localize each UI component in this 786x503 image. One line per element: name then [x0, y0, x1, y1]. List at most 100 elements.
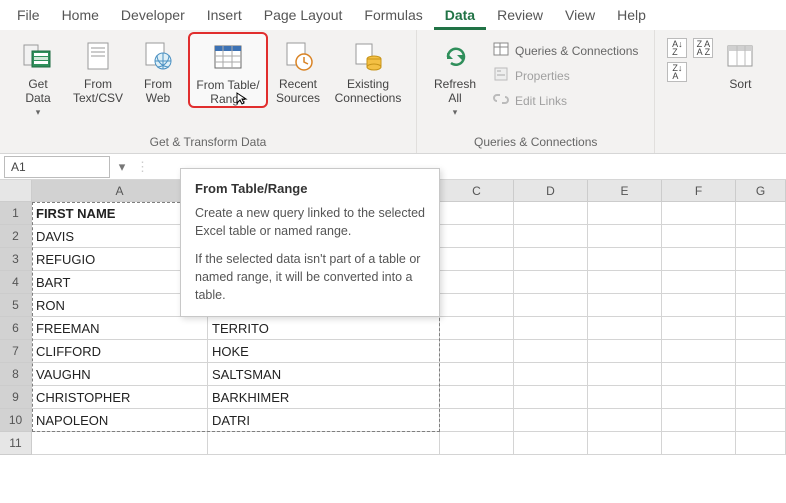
cell[interactable] — [514, 317, 588, 340]
cell[interactable] — [514, 248, 588, 271]
cell[interactable] — [588, 225, 662, 248]
col-header-c[interactable]: C — [440, 180, 514, 202]
cell[interactable] — [514, 432, 588, 455]
cell[interactable] — [662, 386, 736, 409]
tab-data[interactable]: Data — [434, 1, 486, 30]
sort-za-button[interactable]: Z AA Z — [693, 38, 713, 58]
name-box-dropdown[interactable]: ▾ — [114, 159, 130, 175]
cell[interactable] — [32, 432, 208, 455]
cell[interactable] — [514, 409, 588, 432]
cell[interactable] — [440, 225, 514, 248]
row-header[interactable]: 6 — [0, 317, 32, 340]
cell[interactable]: NAPOLEON — [32, 409, 208, 432]
cell[interactable] — [208, 432, 440, 455]
cell[interactable] — [588, 271, 662, 294]
cell[interactable] — [736, 363, 786, 386]
col-header-f[interactable]: F — [662, 180, 736, 202]
cell[interactable] — [736, 248, 786, 271]
from-web-button[interactable]: From Web — [128, 32, 188, 106]
cell[interactable] — [662, 317, 736, 340]
cell[interactable] — [588, 432, 662, 455]
cell[interactable] — [588, 317, 662, 340]
refresh-all-button[interactable]: Refresh All ▾ — [425, 32, 485, 120]
cell[interactable] — [662, 202, 736, 225]
cell[interactable] — [588, 202, 662, 225]
row-header[interactable]: 3 — [0, 248, 32, 271]
cell[interactable] — [736, 294, 786, 317]
row-header[interactable]: 1 — [0, 202, 32, 225]
tab-help[interactable]: Help — [606, 1, 657, 30]
cell[interactable] — [514, 202, 588, 225]
cell[interactable]: FREEMAN — [32, 317, 208, 340]
tab-insert[interactable]: Insert — [196, 1, 253, 30]
cell[interactable] — [440, 248, 514, 271]
tab-home[interactable]: Home — [51, 1, 110, 30]
cell[interactable] — [440, 202, 514, 225]
cell[interactable] — [662, 294, 736, 317]
edit-links-button[interactable]: Edit Links — [489, 88, 642, 113]
from-table-range-button[interactable]: From Table/ Range — [188, 32, 268, 108]
sort-desc-button[interactable]: Z↓A — [667, 62, 687, 82]
cell[interactable]: CLIFFORD — [32, 340, 208, 363]
cell[interactable] — [440, 363, 514, 386]
properties-button[interactable]: Properties — [489, 63, 642, 88]
cell[interactable] — [736, 340, 786, 363]
cell[interactable] — [662, 363, 736, 386]
sort-asc-button[interactable]: A↓Z — [667, 38, 687, 58]
cell[interactable] — [514, 363, 588, 386]
col-header-e[interactable]: E — [588, 180, 662, 202]
cell[interactable] — [514, 294, 588, 317]
tab-formulas[interactable]: Formulas — [353, 1, 433, 30]
cell[interactable] — [440, 409, 514, 432]
cell[interactable]: VAUGHN — [32, 363, 208, 386]
cell[interactable]: CHRISTOPHER — [32, 386, 208, 409]
cell[interactable]: BARKHIMER — [208, 386, 440, 409]
cell[interactable] — [588, 248, 662, 271]
select-all-corner[interactable] — [0, 180, 32, 202]
cell[interactable]: DATRI — [208, 409, 440, 432]
name-box[interactable]: A1 — [4, 156, 110, 178]
tab-page-layout[interactable]: Page Layout — [253, 1, 354, 30]
cell[interactable] — [440, 432, 514, 455]
cell[interactable] — [662, 271, 736, 294]
tab-view[interactable]: View — [554, 1, 606, 30]
row-header[interactable]: 10 — [0, 409, 32, 432]
cell[interactable] — [662, 409, 736, 432]
col-header-d[interactable]: D — [514, 180, 588, 202]
cell[interactable] — [440, 386, 514, 409]
cell[interactable] — [440, 271, 514, 294]
cell[interactable] — [440, 340, 514, 363]
existing-connections-button[interactable]: Existing Connections — [328, 32, 408, 106]
cell[interactable]: TERRITO — [208, 317, 440, 340]
cell[interactable] — [736, 386, 786, 409]
cell[interactable] — [588, 409, 662, 432]
tab-review[interactable]: Review — [486, 1, 554, 30]
row-header[interactable]: 9 — [0, 386, 32, 409]
row-header[interactable]: 11 — [0, 432, 32, 455]
get-data-button[interactable]: Get Data ▾ — [8, 32, 68, 120]
recent-sources-button[interactable]: Recent Sources — [268, 32, 328, 106]
cell[interactable] — [662, 432, 736, 455]
cell[interactable] — [736, 317, 786, 340]
row-header[interactable]: 4 — [0, 271, 32, 294]
cell[interactable] — [514, 386, 588, 409]
cell[interactable] — [662, 340, 736, 363]
cell[interactable] — [736, 409, 786, 432]
cell[interactable] — [662, 248, 736, 271]
sort-button[interactable]: Sort — [717, 32, 763, 92]
cell[interactable] — [736, 202, 786, 225]
row-header[interactable]: 8 — [0, 363, 32, 386]
cell[interactable] — [440, 317, 514, 340]
cell[interactable] — [736, 432, 786, 455]
cell[interactable]: HOKE — [208, 340, 440, 363]
from-text-csv-button[interactable]: From Text/CSV — [68, 32, 128, 106]
cell[interactable] — [736, 271, 786, 294]
cell[interactable] — [514, 271, 588, 294]
col-header-g[interactable]: G — [736, 180, 786, 202]
cell[interactable]: SALTSMAN — [208, 363, 440, 386]
cell[interactable] — [736, 225, 786, 248]
row-header[interactable]: 5 — [0, 294, 32, 317]
tab-file[interactable]: File — [6, 1, 51, 30]
cell[interactable] — [588, 386, 662, 409]
cell[interactable] — [588, 340, 662, 363]
